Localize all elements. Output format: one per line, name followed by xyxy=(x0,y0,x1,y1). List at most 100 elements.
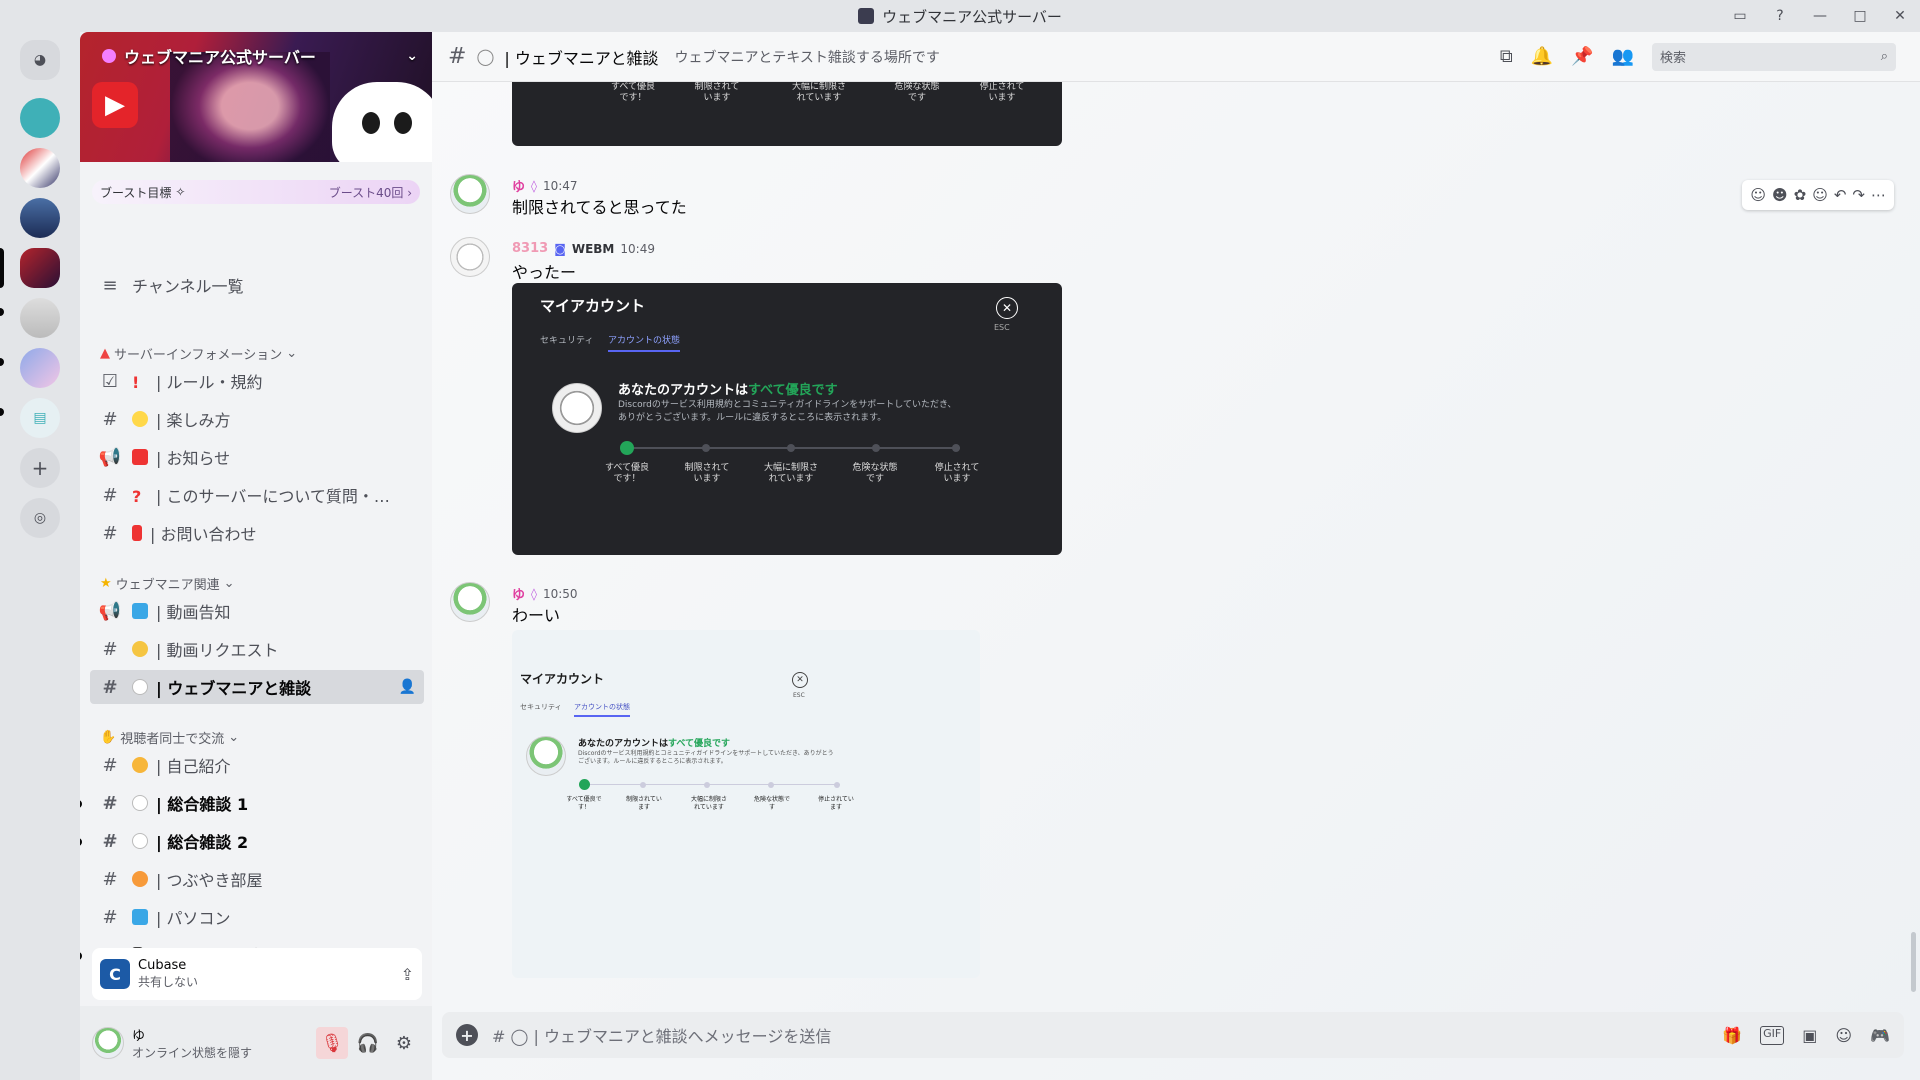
channel-faq[interactable]: #? | このサーバーについて質問・… xyxy=(90,478,424,512)
mic-muted-icon[interactable]: 🎙 xyxy=(316,1027,348,1059)
message-actions: ☺ ☻ ✿ ☺ ↶ ↷ ⋯ xyxy=(1742,180,1894,210)
channel-header: # ◯ | ウェブマニアと雑談 ウェブマニアとテキスト雑談する場所です ⧉ 🔔 … xyxy=(432,32,1920,82)
reaction-icon[interactable]: ☺ xyxy=(1750,186,1766,204)
avatar xyxy=(526,736,566,776)
forward-icon[interactable]: ↷ xyxy=(1852,186,1865,204)
image-embed[interactable]: マイアカウント ✕ ESC セキュリティ アカウントの状態 あなたのアカウントは… xyxy=(512,283,1062,555)
avatar[interactable] xyxy=(450,174,490,214)
gear-icon[interactable]: ⚙ xyxy=(388,1027,420,1059)
hash-icon: # xyxy=(102,868,118,890)
help-icon[interactable]: ? xyxy=(1760,0,1800,32)
channel-rules[interactable]: ☑! | ルール・規約 xyxy=(90,364,424,398)
reaction-icon[interactable]: ☻ xyxy=(1772,186,1788,204)
chevron-down-icon: ⌄ xyxy=(228,730,240,745)
channel-pc[interactable]: # | パソコン xyxy=(90,900,424,934)
avatar[interactable] xyxy=(92,1027,124,1059)
speech-bubble-icon xyxy=(132,833,148,849)
unread-indicator xyxy=(0,358,4,366)
channel-video-request[interactable]: # | 動画リクエスト xyxy=(90,632,424,666)
discord-logo xyxy=(332,82,432,162)
reply-icon[interactable]: ↶ xyxy=(1834,186,1847,204)
add-reaction-icon[interactable]: ☺ xyxy=(1812,186,1828,204)
channel-browse[interactable]: ≡ チャンネル一覧 xyxy=(90,268,424,302)
add-member-icon[interactable]: 👤 xyxy=(399,679,416,695)
sticker-icon[interactable]: ▣ xyxy=(1802,1026,1817,1045)
unread-indicator xyxy=(80,952,82,960)
channel-intro[interactable]: # | 自己紹介 xyxy=(90,748,424,782)
postbox-icon xyxy=(132,525,142,541)
server-icon[interactable] xyxy=(20,198,60,238)
add-server-icon[interactable]: + xyxy=(20,448,60,488)
inbox-icon[interactable]: ▭ xyxy=(1720,0,1760,32)
channel-general2[interactable]: # | 総合雑談 2 xyxy=(90,824,424,858)
scrollbar[interactable] xyxy=(1911,932,1916,992)
window-title: ウェブマニア公式サーバー xyxy=(858,6,1062,27)
avatar[interactable] xyxy=(450,582,490,622)
boost-goal-bar[interactable]: ブースト目標 ✧ ブースト40回 › xyxy=(92,180,420,204)
discord-home-icon[interactable]: ◕ xyxy=(20,40,60,80)
category-related[interactable]: ★ ウェブマニア関連 ⌄ xyxy=(100,574,235,593)
unread-indicator xyxy=(80,800,82,808)
members-icon[interactable]: 👥 xyxy=(1612,46,1634,67)
gift-icon[interactable]: 🎁 xyxy=(1722,1026,1742,1045)
category-viewers[interactable]: ✋ 視聴者同士で交流 ⌄ xyxy=(100,728,239,747)
image-embed[interactable]: すべて優良です！ 制限されています 大幅に制限されています 危険な状態です 停止… xyxy=(512,82,1062,146)
status-track xyxy=(584,784,840,785)
title-bar: ウェブマニア公式サーバー ▭ ? — □ ✕ xyxy=(0,0,1920,32)
server-name-header[interactable]: ウェブマニア公式サーバー ⌄ xyxy=(102,44,418,68)
maximize-button[interactable]: □ xyxy=(1840,0,1880,32)
gif-icon[interactable]: GIF xyxy=(1760,1025,1785,1045)
threads-icon[interactable]: ⧉ xyxy=(1500,46,1513,67)
channel-contact[interactable]: # | お問い合わせ xyxy=(90,516,424,550)
hash-icon: # xyxy=(102,906,118,928)
channel-news[interactable]: 📢 | お知らせ xyxy=(90,440,424,474)
game-icon[interactable]: 🎮 xyxy=(1870,1026,1890,1045)
server-icon-webmania[interactable] xyxy=(20,248,60,288)
close-button[interactable]: ✕ xyxy=(1880,0,1920,32)
server-icon[interactable] xyxy=(20,348,60,388)
speech-bubble-icon: ◯ xyxy=(476,47,495,66)
selected-indicator xyxy=(0,248,4,288)
emoji-icon[interactable]: ☺ xyxy=(1835,1026,1852,1045)
channel-video-notice[interactable]: 📢 | 動画告知 xyxy=(90,594,424,628)
server-banner[interactable]: ▶ ウェブマニア公式サーバー ⌄ xyxy=(80,32,432,162)
server-icon[interactable] xyxy=(20,298,60,338)
list-icon: ≡ xyxy=(102,274,118,296)
channel-tweet[interactable]: # | つぶやき部屋 xyxy=(90,862,424,896)
minimize-button[interactable]: — xyxy=(1800,0,1840,32)
more-icon[interactable]: ⋯ xyxy=(1871,186,1886,204)
activity-panel[interactable]: C Cubase 共有しない ⇪ xyxy=(92,948,422,1000)
reaction-icon[interactable]: ✿ xyxy=(1794,186,1807,204)
channel-chat-selected[interactable]: # | ウェブマニアと雑談 👤 xyxy=(90,670,424,704)
server-icon[interactable] xyxy=(20,98,60,138)
bulb-icon xyxy=(132,411,148,427)
share-icon[interactable]: ⇪ xyxy=(401,965,414,984)
bell-icon[interactable]: 🔔 xyxy=(1531,46,1553,67)
headphones-icon[interactable]: 🎧 xyxy=(352,1027,384,1059)
cubase-icon: C xyxy=(100,959,130,989)
explore-icon[interactable]: ◎ xyxy=(20,498,60,538)
message-composer[interactable]: + # ◯ | ウェブマニアと雑談へメッセージを送信 🎁 GIF ▣ ☺ 🎮 xyxy=(442,1012,1904,1058)
category-info[interactable]: ▲ サーバーインフォメーション ⌄ xyxy=(100,344,297,363)
channel-fun[interactable]: # | 楽しみ方 xyxy=(90,402,424,436)
status-dot xyxy=(834,782,840,788)
add-attachment-icon[interactable]: + xyxy=(456,1024,478,1046)
status-dot xyxy=(704,782,710,788)
avatar[interactable] xyxy=(450,237,490,277)
image-embed[interactable]: マイアカウント ✕ ESC セキュリティ アカウントの状態 あなたのアカウントは… xyxy=(512,630,980,978)
server-icon[interactable]: ▤ xyxy=(20,398,60,438)
question-icon: ? xyxy=(132,487,142,506)
avatar xyxy=(552,383,602,433)
megaphone-icon: 📢 xyxy=(98,600,122,622)
search-input[interactable]: 検索 ⌕ xyxy=(1652,42,1896,71)
hand-icon xyxy=(132,641,148,657)
channel-general1[interactable]: # | 総合雑談 1 xyxy=(90,786,424,820)
chevron-down-icon: ⌄ xyxy=(223,576,235,591)
server-icon[interactable] xyxy=(20,148,60,188)
pin-icon[interactable]: 📌 xyxy=(1571,46,1593,67)
message-input[interactable]: # ◯ | ウェブマニアと雑談へメッセージを送信 xyxy=(492,1023,831,1047)
status-dot xyxy=(787,444,795,452)
hash-icon: # xyxy=(102,408,118,430)
hash-icon: # xyxy=(102,830,118,852)
status-dot xyxy=(872,444,880,452)
